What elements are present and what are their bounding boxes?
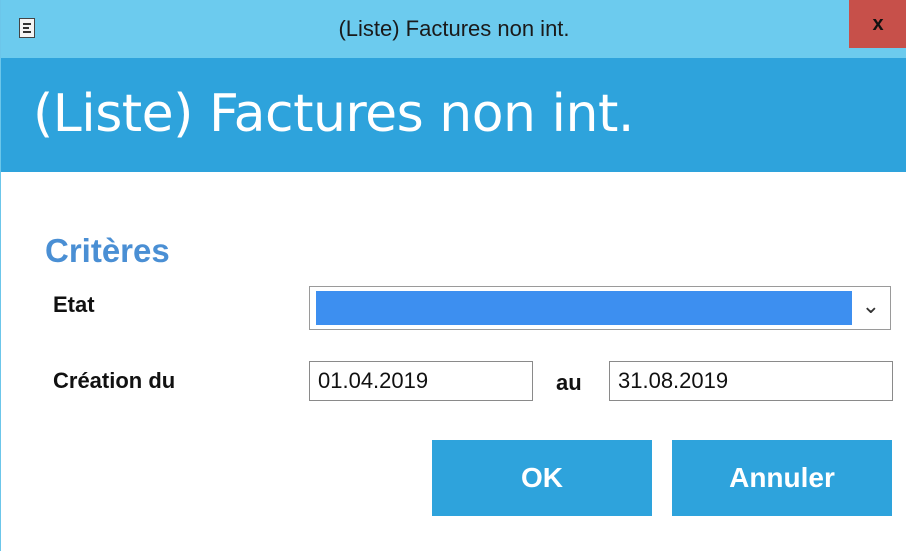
ok-button[interactable]: OK <box>432 440 652 516</box>
dialog-window: (Liste) Factures non int. x (Liste) Fact… <box>0 0 906 551</box>
section-title-criteria: Critères <box>45 232 170 269</box>
to-label: au <box>556 370 582 395</box>
creation-from-input[interactable]: 01.04.2019 <box>309 361 533 401</box>
etat-select[interactable]: ⌄ <box>309 286 891 330</box>
cancel-button[interactable]: Annuler <box>672 440 892 516</box>
chevron-down-icon[interactable]: ⌄ <box>862 293 880 319</box>
creation-to-input[interactable]: 31.08.2019 <box>609 361 893 401</box>
header-band: (Liste) Factures non int. <box>1 58 906 172</box>
page-title: (Liste) Factures non int. <box>33 84 634 144</box>
creation-label: Création du <box>53 368 176 393</box>
window-title: (Liste) Factures non int. <box>338 16 570 41</box>
etat-selected-value <box>316 291 852 325</box>
close-button[interactable]: x <box>849 0 906 48</box>
etat-label: Etat <box>53 292 95 317</box>
title-bar[interactable]: (Liste) Factures non int. x <box>1 0 906 58</box>
